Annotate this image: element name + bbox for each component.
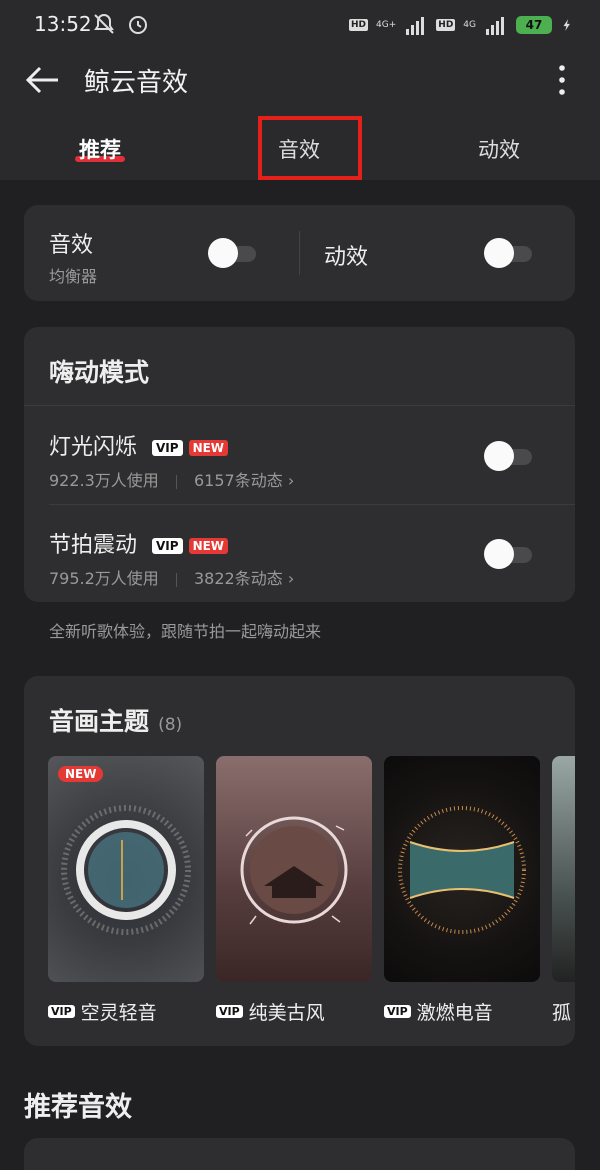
- signal-icon-1: [406, 17, 425, 35]
- post-count-link[interactable]: 3822条动态: [194, 569, 283, 588]
- theme-count: (8): [158, 715, 183, 735]
- vip-badge: VIP: [216, 1005, 243, 1018]
- vip-badge: VIP: [48, 1005, 75, 1018]
- theme-thumb-partial[interactable]: [552, 756, 575, 982]
- party-mode-title: 嗨动模式: [49, 358, 150, 387]
- page-title: 鲸云音效: [84, 68, 189, 98]
- party-mode-caption: 全新听歌体验，跟随节拍一起嗨动起来: [49, 622, 322, 641]
- theme-thumb-electronic[interactable]: [384, 756, 540, 982]
- network-type-1: 4G+: [376, 20, 397, 30]
- motion-effect-label: 动效: [324, 245, 369, 270]
- sound-effect-label: 音效: [49, 233, 94, 258]
- beat-vibration-switch[interactable]: [484, 539, 534, 569]
- quick-toggle-card: 音效 均衡器 动效: [24, 205, 575, 301]
- signal-icon-2: [486, 17, 504, 35]
- usage-count: 922.3万人使用: [49, 471, 159, 490]
- recommend-section-title: 推荐音效: [24, 1092, 132, 1123]
- motion-effect-switch[interactable]: [484, 238, 534, 268]
- item-name: 节拍震动: [49, 533, 138, 558]
- theme-label-electronic: VIP 激燃电音: [384, 998, 493, 1025]
- list-item-light-flash[interactable]: 灯光闪烁 VIP NEW 922.3万人使用 6157条动态 ›: [24, 407, 575, 505]
- new-badge: NEW: [188, 538, 229, 554]
- vip-badge: VIP: [384, 1005, 411, 1018]
- theme-label-partial: 孤: [552, 1002, 572, 1024]
- alarm-icon: [129, 16, 147, 34]
- theme-thumb-ethereal[interactable]: NEW: [48, 756, 204, 982]
- theme-label-ethereal: VIP 空灵轻音: [48, 998, 157, 1025]
- recommend-card-partial[interactable]: [24, 1138, 575, 1170]
- chevron-right-icon: ›: [287, 569, 295, 588]
- header: 鲸云音效 推荐 音效 动效: [0, 50, 600, 180]
- back-arrow-icon[interactable]: [24, 64, 60, 96]
- theme-card: 音画主题 (8) NEW VIP 空灵轻音 VIP 纯美古风 VIP 激燃电音 …: [24, 676, 575, 1046]
- chevron-right-icon: ›: [287, 471, 295, 490]
- status-bar: 13:52 HD 4G+ HD 4G 47: [0, 0, 600, 50]
- post-count-link[interactable]: 6157条动态: [194, 471, 283, 490]
- equalizer-sublabel: 均衡器: [49, 267, 98, 286]
- ring-artwork: [398, 806, 526, 934]
- tab-motion-effect[interactable]: 动效: [478, 134, 520, 164]
- theme-thumb-ancient[interactable]: [216, 756, 372, 982]
- status-time: 13:52: [34, 12, 92, 36]
- list-item-beat-vibration[interactable]: 节拍震动 VIP NEW 795.2万人使用 3822条动态 ›: [24, 505, 575, 603]
- charging-icon: [563, 19, 570, 31]
- theme-title: 音画主题: [49, 707, 150, 736]
- sound-effect-switch[interactable]: [208, 238, 258, 268]
- divider: [24, 405, 575, 406]
- party-mode-card: 嗨动模式 灯光闪烁 VIP NEW 922.3万人使用 6157条动态 › 节拍震…: [24, 327, 575, 602]
- vip-badge: VIP: [152, 538, 183, 554]
- ring-artwork: [240, 816, 348, 925]
- theme-label-ancient: VIP 纯美古风: [216, 998, 325, 1025]
- battery-icon: 47: [516, 16, 552, 34]
- more-options-icon[interactable]: [550, 62, 574, 98]
- hd-icon-2: HD: [436, 19, 456, 31]
- tab-recommend[interactable]: 推荐: [79, 134, 121, 164]
- hd-icon: HD: [349, 19, 369, 31]
- usage-count: 795.2万人使用: [49, 569, 159, 588]
- ring-artwork: [61, 805, 191, 935]
- vip-badge: VIP: [152, 440, 183, 456]
- network-type-2: 4G: [463, 20, 476, 30]
- light-flash-switch[interactable]: [484, 441, 534, 471]
- divider: [299, 231, 300, 275]
- tab-highlight-box: [258, 116, 362, 180]
- new-badge: NEW: [58, 766, 104, 782]
- new-badge: NEW: [188, 440, 229, 456]
- item-name: 灯光闪烁: [49, 435, 138, 460]
- mute-notification-icon: [94, 13, 114, 34]
